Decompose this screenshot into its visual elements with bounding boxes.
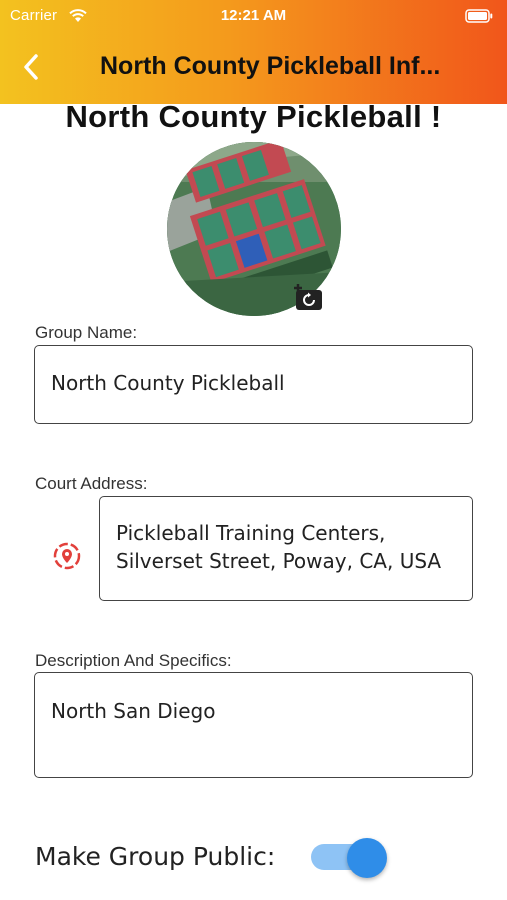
location-pin-icon <box>53 542 81 570</box>
page-title: North County Pickleball ! <box>65 99 442 134</box>
status-bar: Carrier 12:21 AM <box>0 4 507 28</box>
location-pin-button[interactable] <box>52 541 82 571</box>
app-header: Carrier 12:21 AM North County Pickleball… <box>0 0 507 104</box>
description-textarea[interactable]: North San Diego <box>34 672 473 778</box>
change-photo-button[interactable] <box>292 284 324 312</box>
back-button[interactable] <box>14 50 48 84</box>
chevron-left-icon <box>24 54 38 80</box>
nav-title: North County Pickleball Inf... <box>100 52 441 80</box>
group-info-screen: Carrier 12:21 AM North County Pickleball… <box>0 0 507 900</box>
group-name-input[interactable]: North County Pickleball <box>34 345 473 424</box>
court-address-input[interactable]: Pickleball Training Centers, Silverset S… <box>99 496 473 601</box>
court-address-label: Court Address: <box>35 474 148 493</box>
status-time: 12:21 AM <box>220 7 287 24</box>
description-label: Description And Specifics: <box>35 651 232 670</box>
toggle-knob <box>347 838 387 878</box>
group-name-label: Group Name: <box>35 323 138 342</box>
battery-icon <box>465 9 493 23</box>
make-public-label: Make Group Public: <box>35 842 276 871</box>
camera-icon <box>294 284 322 310</box>
court-address-line: Pickleball Training Centers, <box>116 521 386 545</box>
court-address-line: Silverset Street, Poway, CA, USA <box>116 549 442 573</box>
nav-bar: North County Pickleball Inf... <box>0 40 507 92</box>
make-public-toggle[interactable] <box>311 838 391 878</box>
